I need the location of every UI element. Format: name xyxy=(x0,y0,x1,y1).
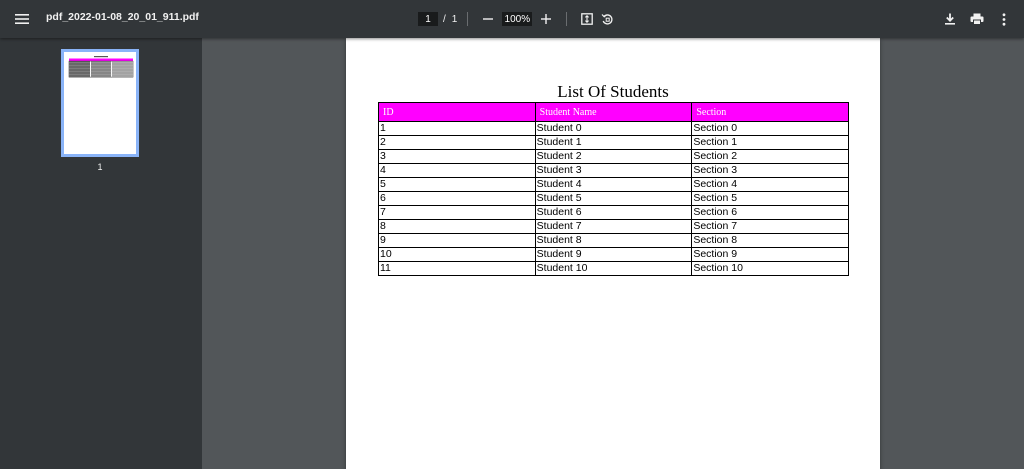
table-body: 1 Student 0 Section 0 2 Student 1 Section 13S… xyxy=(378,121,849,276)
thumbnail-page-number: 1 xyxy=(97,162,103,172)
table-row: 10 Student 9 Section 9 xyxy=(378,247,849,262)
cell-student-name: Student 1 xyxy=(534,135,693,150)
fit-to-page-icon xyxy=(581,13,594,25)
zoom-out-button[interactable] xyxy=(478,9,498,29)
table-row: 8 Student 7 Section 7 xyxy=(378,219,849,234)
cell-section: Section 0 xyxy=(691,121,849,136)
download-icon xyxy=(945,13,955,25)
table-row: 9 Student 8 Section 8 xyxy=(378,233,849,248)
cell-student-name: Student 10 xyxy=(534,261,693,276)
cell-id: 9 xyxy=(378,233,536,248)
cell-id: 4 xyxy=(378,163,536,178)
cell-id: 1 xyxy=(378,121,536,136)
plus-icon xyxy=(541,14,552,24)
cell-student-name: Student 2 xyxy=(534,149,693,164)
table-header-row: ID Student Name Section xyxy=(378,102,849,122)
cell-student-name: Student 6 xyxy=(534,205,693,220)
page-number-input[interactable] xyxy=(418,12,438,26)
cell-section: Section 5 xyxy=(691,191,849,206)
cell-section: Section 7 xyxy=(691,219,849,234)
cell-id: 2 xyxy=(378,135,536,150)
cell-student-name: Student 3 xyxy=(534,163,693,178)
print-icon xyxy=(970,13,984,25)
cell-id: 10 xyxy=(378,247,536,262)
cell-section: Section 2 xyxy=(691,149,849,164)
cell-id: 3 xyxy=(378,149,536,164)
fit-to-page-button[interactable] xyxy=(577,9,597,29)
pdf-toolbar: pdf_2022-01-08_20_01_911.pdf / 1 xyxy=(0,0,1024,38)
rotate-button[interactable] xyxy=(597,9,617,29)
column-header-student-name: Student Name xyxy=(534,102,693,122)
menu-button[interactable] xyxy=(12,9,32,29)
more-vertical-icon xyxy=(1002,12,1006,26)
toolbar-divider xyxy=(467,12,469,26)
cell-student-name: Student 4 xyxy=(534,177,693,192)
document-title: List Of Students xyxy=(557,82,669,101)
cell-id: 8 xyxy=(378,219,536,234)
menu-icon xyxy=(15,14,29,24)
cell-section: Section 8 xyxy=(691,233,849,248)
cell-section: Section 4 xyxy=(691,177,849,192)
toolbar-divider xyxy=(566,12,568,26)
students-table: ID Student Name Section 1 Student 0 Sectio… xyxy=(378,102,849,276)
cell-student-name: Student 7 xyxy=(534,219,693,234)
column-header-id: ID xyxy=(378,102,536,122)
zoom-input[interactable] xyxy=(502,12,533,26)
file-name: pdf_2022-01-08_20_01_911.pdf xyxy=(46,11,199,23)
cell-student-name: Student 5 xyxy=(534,191,693,206)
zoom-in-button[interactable] xyxy=(536,9,556,29)
table-row: 2 Student 1 Section 1 xyxy=(378,135,849,150)
column-header-section: Section xyxy=(691,102,849,122)
minus-icon xyxy=(483,18,494,20)
cell-id: 5 xyxy=(378,177,536,192)
table-row: 7 Student 6 Section 6 xyxy=(378,205,849,220)
cell-id: 11 xyxy=(378,261,536,276)
page-zoom-controls: / 1 xyxy=(418,9,617,29)
table-row: 5 Student 4 Section 4 xyxy=(378,177,849,192)
page-separator: / xyxy=(443,13,446,25)
more-actions-button[interactable] xyxy=(994,9,1014,29)
page-thumbnail[interactable] xyxy=(61,49,139,157)
table-row: 6 Student 5 Section 5 xyxy=(378,191,849,206)
total-pages: 1 xyxy=(451,13,458,25)
cell-student-name: Student 9 xyxy=(534,247,693,262)
thumbnail-sidebar: 1 xyxy=(0,38,202,469)
cell-section: Section 9 xyxy=(691,247,849,262)
pdf-page: List Of Students ID Student Name Section… xyxy=(346,38,880,469)
cell-section: Section 6 xyxy=(691,205,849,220)
table-row: 11 Student 10 Section 10 xyxy=(378,261,849,276)
cell-id: 7 xyxy=(378,205,536,220)
download-button[interactable] xyxy=(940,9,960,29)
cell-section: Section 1 xyxy=(691,135,849,150)
rotate-counterclockwise-icon xyxy=(601,13,613,25)
print-button[interactable] xyxy=(967,9,987,29)
table-row: 3 Student 2 Section 2 xyxy=(378,149,849,164)
toolbar-actions xyxy=(940,9,1014,29)
thumbnail-preview xyxy=(68,56,134,78)
cell-student-name: Student 8 xyxy=(534,233,693,248)
cell-student-name: Student 0 xyxy=(534,121,693,136)
table-row: 1 Student 0 Section 0 xyxy=(378,121,849,136)
cell-section: Section 10 xyxy=(691,261,849,276)
cell-id: 6 xyxy=(378,191,536,206)
cell-section: Section 3 xyxy=(691,163,849,178)
table-row: 4 Student 3 Section 3 xyxy=(378,163,849,178)
document-viewer[interactable]: List Of Students ID Student Name Section… xyxy=(202,38,1024,469)
